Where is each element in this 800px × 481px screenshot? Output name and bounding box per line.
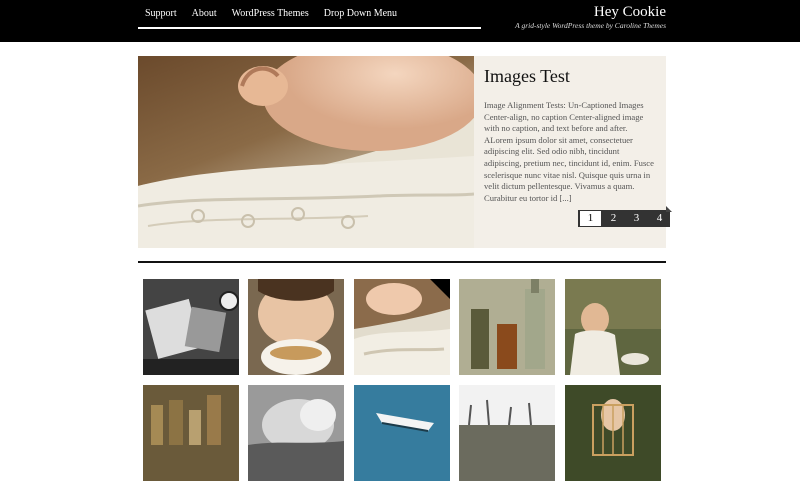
thumbnail-field-trees[interactable] <box>459 385 555 481</box>
thumbnail-girl-cage[interactable] <box>565 385 661 481</box>
site-title[interactable]: Hey Cookie <box>594 4 666 21</box>
nav-about[interactable]: About <box>192 8 217 19</box>
pager-tab-3[interactable]: 3 <box>626 211 647 226</box>
thumbnail-apothecary[interactable] <box>143 385 239 481</box>
thumbnail-corner-fold <box>430 279 450 299</box>
nav-drop-down-menu[interactable]: Drop Down Menu <box>324 8 397 19</box>
pager-fold-decoration <box>666 206 672 212</box>
thumbnail-girl-teacup[interactable] <box>248 279 344 375</box>
main-nav: Support About WordPress Themes Drop Down… <box>138 0 481 29</box>
thumbnail-bottles[interactable] <box>459 279 555 375</box>
featured-image[interactable] <box>138 56 474 248</box>
thumbnail-sleeping-girl[interactable] <box>248 385 344 481</box>
nav-support[interactable]: Support <box>145 8 177 19</box>
thumbnail-girl-forest-tea[interactable] <box>565 279 661 375</box>
site-tagline: A grid-style WordPress theme by Caroline… <box>515 21 666 30</box>
featured-slider: Images Test Image Alignment Tests: Un-Ca… <box>138 56 672 248</box>
thumbnail-old-books[interactable] <box>143 279 239 375</box>
pager-tab-4[interactable]: 4 <box>649 211 670 226</box>
featured-post-excerpt: Image Alignment Tests: Un-Captioned Imag… <box>484 100 654 203</box>
thumbnail-girl-lace[interactable] <box>354 279 450 375</box>
slider-pager: 1 2 3 4 <box>578 210 670 227</box>
site-header: Support About WordPress Themes Drop Down… <box>0 0 800 42</box>
section-divider <box>138 261 666 263</box>
thumbnail-boat-water[interactable] <box>354 385 450 481</box>
featured-post-title[interactable]: Images Test <box>484 66 570 87</box>
pager-tab-2[interactable]: 2 <box>603 211 624 226</box>
pager-tab-1[interactable]: 1 <box>580 211 601 226</box>
nav-wordpress-themes[interactable]: WordPress Themes <box>232 8 309 19</box>
